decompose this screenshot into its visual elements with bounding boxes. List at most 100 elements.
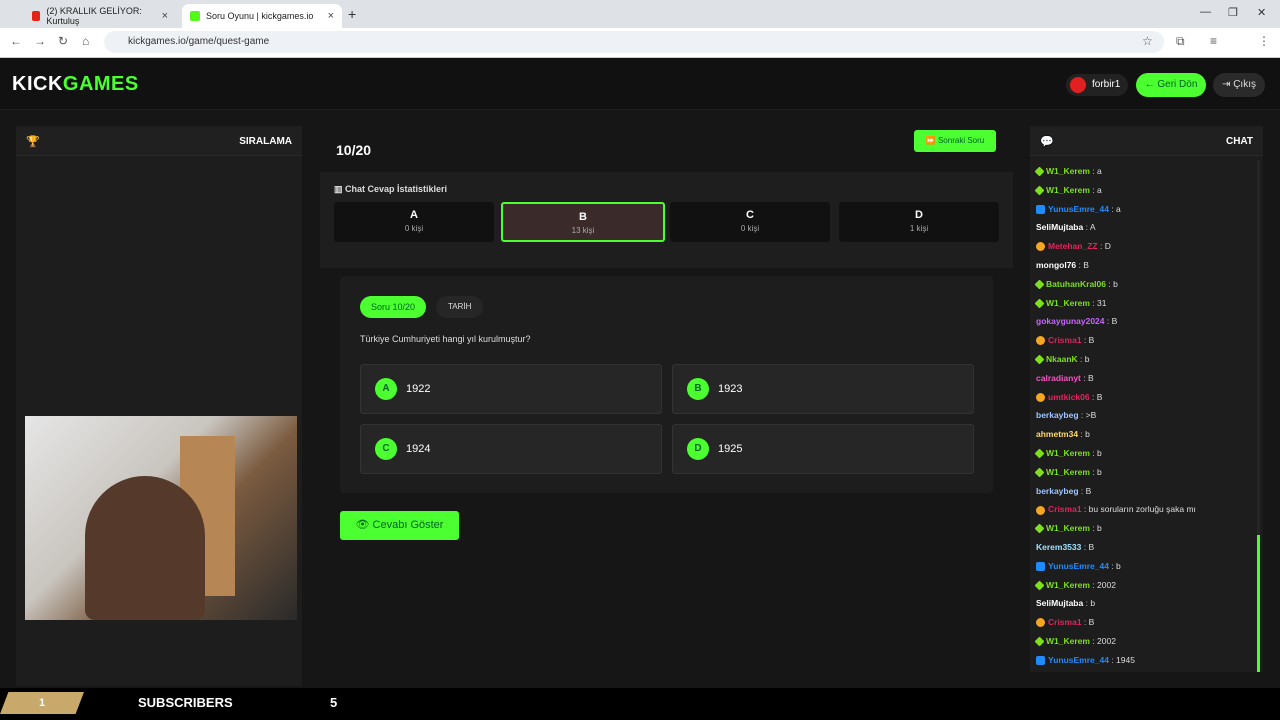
chat-text: b [1113, 278, 1118, 289]
next-question-button[interactable]: ⏩ Sonraki Soru [914, 130, 996, 152]
chat-username[interactable]: NkaanK [1046, 354, 1078, 364]
stat-count: 13 kişi [571, 226, 595, 235]
close-window-icon[interactable]: ✕ [1257, 6, 1266, 19]
chat-message: berkaybeg : >B [1036, 406, 1256, 425]
chat-username[interactable]: W1_Kerem [1046, 448, 1090, 458]
chat-username[interactable]: W1_Kerem [1046, 185, 1090, 195]
chat-username[interactable]: W1_Kerem [1046, 467, 1090, 477]
chat-username[interactable]: Kerem3533 [1036, 542, 1081, 552]
logo[interactable]: KICKGAMES [12, 73, 139, 96]
chat-message: Crisma1 : B [1036, 331, 1256, 350]
chat-username[interactable]: YunusEmre_44 [1048, 561, 1109, 571]
chat-username[interactable]: berkaybeg [1036, 486, 1079, 496]
chat-username[interactable]: Crisma1 [1048, 335, 1082, 345]
chat-messages[interactable]: W1_Kerem : a W1_Kerem : a YunusEmre_44 : a… [1034, 162, 1256, 670]
home-icon[interactable]: ⌂ [82, 34, 89, 48]
chat-username[interactable]: Crisma1 [1048, 504, 1082, 514]
tab-kickgames[interactable]: Soru Oyunu | kickgames.io × [182, 4, 342, 28]
stat-count: 0 kişi [404, 224, 424, 233]
stat-letter: D [915, 209, 923, 221]
chat-message: calradianyt : B [1036, 369, 1256, 388]
chat-text: b [1097, 523, 1102, 534]
separator: : [1081, 335, 1089, 346]
chat-message: Kerem3533 : B [1036, 538, 1256, 557]
chat-text: a [1097, 166, 1102, 176]
separator: : [1078, 485, 1086, 496]
stat-option-b: B 13 kişi [501, 202, 665, 242]
answer-text: 1925 [718, 443, 743, 455]
url-input[interactable]: kickgames.io/game/quest-game [104, 31, 1164, 53]
new-tab-button[interactable]: + [348, 6, 356, 22]
chat-message: Crisma1 : B [1036, 613, 1256, 632]
chat-message: ahmetm34 : b [1036, 425, 1256, 444]
subscriber-ticker: 1 SUBSCRIBERS 5 [0, 688, 1280, 720]
chat-username[interactable]: Metehan_ZZ [1048, 241, 1098, 251]
answer-text: 1924 [406, 443, 431, 455]
chat-username[interactable]: W1_Kerem [1046, 298, 1090, 308]
chat-username[interactable]: W1_Kerem [1046, 166, 1090, 176]
chat-username[interactable]: mongol76 [1036, 260, 1076, 270]
chat-username[interactable]: BatuhanKral06 [1046, 279, 1106, 289]
chat-message: W1_Kerem : a [1034, 162, 1256, 181]
chat-text: bu soruların zorluğu şaka mı [1088, 504, 1196, 515]
show-answer-button[interactable]: 👁 Cevabı Göster [340, 511, 459, 540]
chat-username[interactable]: YunusEmre_44 [1048, 204, 1109, 214]
chat-message: W1_Kerem : b [1034, 444, 1256, 463]
chat-username[interactable]: W1_Kerem [1046, 523, 1090, 533]
chat-username[interactable]: SeliMujtaba [1036, 598, 1083, 608]
chat-username[interactable]: Crisma1 [1048, 617, 1082, 627]
answer-c[interactable]: C 1924 [360, 424, 662, 474]
extensions-icon[interactable]: ⧉ [1176, 34, 1185, 49]
separator: : [1104, 316, 1112, 327]
avatar [1070, 77, 1086, 93]
more-icon[interactable]: ⋮ [1258, 34, 1270, 48]
stats-title-text: Chat Cevap İstatistikleri [345, 184, 448, 194]
next-label: Sonraki Soru [937, 136, 985, 145]
chat-text: D [1104, 241, 1111, 252]
chat-username[interactable]: SeliMujtaba [1036, 222, 1083, 232]
reload-icon[interactable]: ↻ [58, 34, 68, 48]
chat-username[interactable]: ahmetm34 [1036, 429, 1078, 439]
chat-message: mongol76 : B [1036, 256, 1256, 275]
forward-icon[interactable]: → [34, 34, 46, 48]
minimize-icon[interactable]: — [1200, 6, 1211, 18]
tab-strip: (2) KRALLIK GELİYOR: Kurtuluş × Soru Oyu… [0, 0, 1280, 28]
answer-b[interactable]: B 1923 [672, 364, 974, 414]
back-icon[interactable]: ← [10, 34, 22, 48]
user-chip[interactable]: forbir1 [1066, 74, 1129, 96]
back-button[interactable]: ← Geri Dön [1136, 73, 1206, 97]
chat-scrollbar[interactable] [1257, 160, 1260, 672]
answer-a[interactable]: A 1922 [360, 364, 662, 414]
chat-text: b [1097, 466, 1102, 477]
tab-youtube[interactable]: (2) KRALLIK GELİYOR: Kurtuluş × [24, 4, 176, 28]
chat-username[interactable]: YunusEmre_44 [1048, 655, 1109, 665]
restore-icon[interactable]: ❐ [1228, 6, 1238, 19]
chat-username[interactable]: gokaygunay2024 [1036, 316, 1105, 326]
chat-username[interactable]: umtkick06 [1048, 392, 1090, 402]
badge-icon [1034, 636, 1045, 647]
webcam-overlay [25, 416, 297, 620]
chat-username[interactable]: berkaybeg [1036, 410, 1079, 420]
close-icon[interactable]: × [162, 10, 168, 22]
answer-d[interactable]: D 1925 [672, 424, 974, 474]
menu-icon[interactable]: ≡ [1210, 34, 1217, 48]
chat-message: berkaybeg : B [1036, 482, 1256, 501]
bookmark-icon[interactable]: ☆ [1142, 34, 1153, 48]
chat-panel: 💬 CHAT W1_Kerem : a W1_Kerem : a YunusEmre… [1030, 126, 1263, 672]
chat-message: gokaygunay2024 : B [1036, 312, 1256, 331]
answer-letter: B [687, 378, 709, 400]
chat-message: YunusEmre_44 : a [1036, 200, 1256, 219]
chat-text: B [1085, 485, 1092, 496]
chat-username[interactable]: calradianyt [1036, 373, 1081, 383]
badge-icon [1036, 505, 1045, 515]
chat-text: b [1097, 447, 1102, 458]
chat-text: b [1084, 353, 1090, 364]
show-answer-label: Cevabı Göster [372, 519, 444, 531]
answer-letter: C [375, 438, 397, 460]
chat-username[interactable]: W1_Kerem [1046, 580, 1090, 590]
badge-icon [1036, 242, 1045, 252]
scrollbar-thumb[interactable] [1257, 535, 1260, 672]
chat-username[interactable]: W1_Kerem [1046, 636, 1090, 646]
exit-button[interactable]: ⇥ Çıkış [1213, 73, 1265, 97]
close-icon[interactable]: × [328, 10, 334, 22]
